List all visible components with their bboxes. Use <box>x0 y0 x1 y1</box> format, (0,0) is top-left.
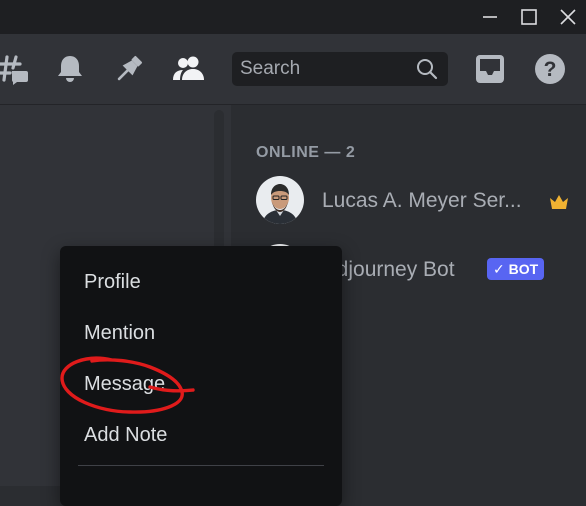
member-item[interactable]: Lucas A. Meyer Ser... <box>244 176 580 232</box>
pin-icon[interactable] <box>112 52 146 86</box>
context-menu: Profile Mention Message Add Note <box>60 246 342 506</box>
minimize-icon[interactable] <box>478 6 502 28</box>
search-input[interactable] <box>240 52 410 86</box>
menu-item-message[interactable]: Message <box>68 364 334 404</box>
bell-icon[interactable] <box>53 52 87 86</box>
members-icon[interactable] <box>172 52 206 86</box>
member-name: Lucas A. Meyer Ser... <box>322 189 522 212</box>
menu-item-mention[interactable]: Mention <box>68 313 334 353</box>
maximize-icon[interactable] <box>517 6 541 28</box>
threads-icon[interactable] <box>0 52 30 86</box>
title-bar <box>0 0 586 34</box>
avatar <box>256 176 304 224</box>
channel-header-toolbar: ? <box>0 34 586 105</box>
menu-divider <box>78 465 324 466</box>
search-icon <box>416 58 438 80</box>
scrollbar[interactable] <box>214 110 224 250</box>
checkmark-icon: ✓ <box>493 261 505 277</box>
inbox-icon[interactable] <box>473 52 507 86</box>
crown-icon <box>548 192 570 212</box>
member-name: idjourney Bot <box>332 258 455 281</box>
close-icon[interactable] <box>556 6 580 28</box>
svg-text:?: ? <box>544 58 557 81</box>
menu-item-add-note[interactable]: Add Note <box>68 415 334 455</box>
menu-item-profile[interactable]: Profile <box>68 262 334 302</box>
bot-tag: ✓ BOT <box>487 258 545 280</box>
section-header-online: ONLINE — 2 <box>256 144 356 161</box>
help-icon[interactable]: ? <box>533 52 567 86</box>
search-bar[interactable] <box>232 52 448 86</box>
